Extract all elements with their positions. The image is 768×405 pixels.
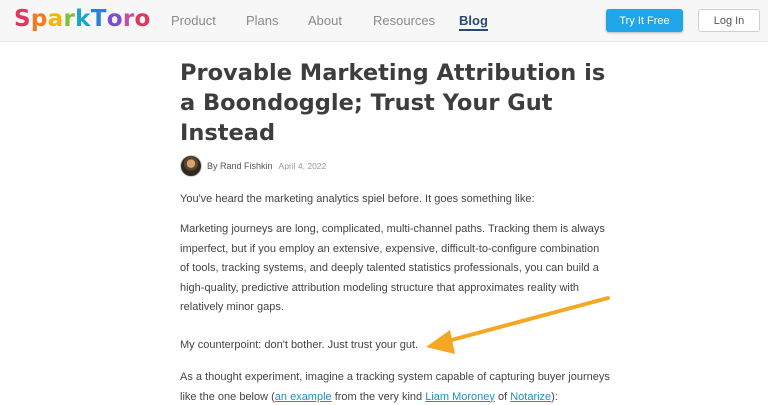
paragraph-counterpoint: My counterpoint: don't bother. Just trus…	[180, 339, 419, 351]
nav-about[interactable]: About	[308, 13, 342, 28]
logo-letter: p	[30, 6, 48, 32]
nav-resources[interactable]: Resources	[373, 13, 435, 28]
p4-suffix: ):	[551, 390, 558, 403]
link-liam-moroney[interactable]: Liam Moroney	[425, 391, 495, 403]
logo-letter: o	[134, 6, 151, 32]
publish-date: April 4, 2022	[278, 161, 327, 171]
try-it-free-button[interactable]: Try It Free	[606, 9, 683, 32]
paragraph-thought-experiment: As a thought experiment, imagine a track…	[180, 368, 610, 405]
logo-letter: r	[122, 6, 135, 32]
author-name[interactable]: By Rand Fishkin	[207, 161, 273, 171]
site-header: SparkToro Product Plans About Resources …	[0, 0, 768, 42]
link-an-example[interactable]: an example	[275, 391, 332, 403]
sparktoro-logo[interactable]: SparkToro	[14, 6, 151, 32]
logo-letter: S	[14, 6, 31, 32]
p4-of: of	[494, 390, 511, 403]
byline: By Rand Fishkin April 4, 2022	[180, 154, 326, 178]
logo-letter: T	[90, 6, 107, 32]
nav-blog[interactable]: Blog	[459, 13, 488, 31]
p4-mid: from the very kind	[331, 390, 426, 403]
log-in-button[interactable]: Log In	[698, 9, 760, 32]
nav-plans[interactable]: Plans	[246, 13, 279, 28]
paragraph-spiel: Marketing journeys are long, complicated…	[180, 223, 605, 313]
link-notarize[interactable]: Notarize	[510, 391, 551, 403]
logo-letter: k	[75, 6, 91, 32]
article-title: Provable Marketing Attribution is a Boon…	[180, 60, 606, 146]
paragraph-intro: You've heard the marketing analytics spi…	[180, 193, 535, 205]
logo-letter: o	[106, 6, 123, 32]
nav-product[interactable]: Product	[171, 13, 216, 28]
logo-letter: a	[47, 6, 64, 32]
logo-letter: r	[63, 6, 76, 32]
author-avatar[interactable]	[180, 155, 202, 177]
